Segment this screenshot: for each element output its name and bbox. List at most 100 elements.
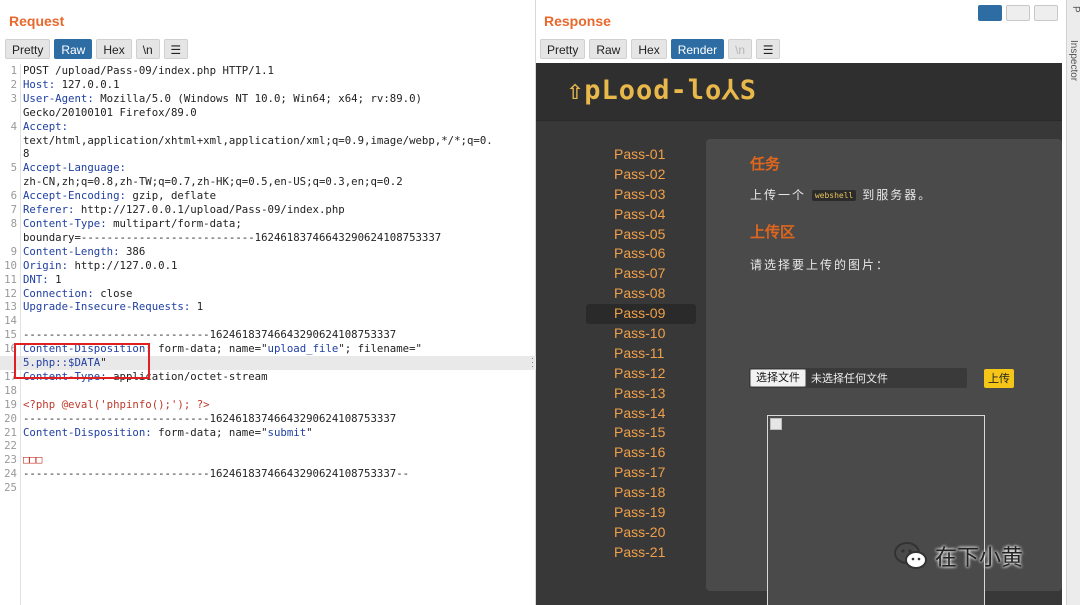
menu-item-pass-16[interactable]: Pass-16 — [586, 443, 696, 463]
line-number — [0, 134, 20, 148]
request-title: Request — [9, 13, 65, 29]
tab-newline[interactable]: \n — [728, 39, 753, 59]
broken-image-icon — [770, 418, 782, 430]
code-line: 20 -----------------------------162461837… — [0, 412, 536, 426]
menu-item-pass-12[interactable]: Pass-12 — [586, 364, 696, 384]
tab-pretty[interactable]: Pretty — [540, 39, 586, 59]
line-number: 4 — [10, 119, 17, 133]
line-text: 8 — [23, 147, 30, 161]
line-number: 20 — [4, 411, 17, 425]
tab-newline[interactable]: \n — [135, 39, 160, 59]
line-text: <?php @eval('phpinfo();'); ?> — [23, 397, 210, 411]
rendered-page: ⇧pLood-lo⅄S Pass-01 Pass-02 Pass-03 Pass-04… — [536, 63, 1062, 605]
menu-item-pass-15[interactable]: Pass-15 — [586, 423, 696, 443]
line-number: 2 — [10, 77, 17, 91]
line-number: 14 — [4, 314, 17, 328]
line-number: 24 — [4, 467, 17, 481]
content-panel: 任务 上传一个 webshell 到服务器。 上传区 请选择要上传的图片： 选择… — [706, 139, 1062, 605]
tab-pretty[interactable]: Pretty — [5, 39, 51, 59]
menu-item-pass-01[interactable]: Pass-01 — [586, 145, 696, 165]
line-number — [0, 231, 20, 245]
single-pane-icon[interactable] — [1034, 5, 1058, 21]
menu-item-pass-11[interactable]: Pass-11 — [586, 344, 696, 364]
request-editor[interactable]: 1 POST /upload/Pass-09/index.php HTTP/1.1… — [0, 64, 536, 605]
task-prefix: 上传一个 — [750, 188, 807, 202]
menu-item-pass-10[interactable]: Pass-10 — [586, 324, 696, 344]
tab-raw[interactable]: Raw — [589, 39, 628, 59]
line-text: DNT: 1 — [23, 272, 62, 286]
menu-icon[interactable]: ☰ — [163, 39, 188, 59]
splitter-handle[interactable]: · · · — [531, 354, 534, 371]
menu-icon[interactable]: ☰ — [756, 39, 781, 59]
line-number: 8 — [10, 216, 17, 230]
highlight-annotation-box — [14, 343, 150, 379]
line-text: Content-Type: multipart/form-data; — [23, 216, 242, 230]
line-text: text/html,application/xhtml+xml,applicat… — [23, 133, 493, 147]
menu-item-pass-06[interactable]: Pass-06 — [586, 244, 696, 264]
code-line: 15 -----------------------------162461837… — [0, 328, 536, 342]
request-tab-bar: Pretty Raw Hex \n ☰ — [5, 39, 188, 59]
menu-item-pass-09[interactable]: Pass-09 — [586, 304, 696, 325]
site-logo: ⇧pLood-lo⅄S — [567, 75, 758, 106]
code-line: 8 Content-Type: multipart/form-data; — [0, 217, 536, 231]
gutter-divider — [20, 64, 21, 605]
menu-item-pass-17[interactable]: Pass-17 — [586, 463, 696, 483]
request-pane: Request Pretty Raw Hex \n ☰ 1 POST /uploa… — [0, 0, 536, 605]
line-number: 23 — [4, 453, 17, 467]
line-number: 22 — [4, 439, 17, 453]
line-number — [0, 147, 20, 161]
file-input[interactable]: 选择文件 未选择任何文件 — [749, 368, 967, 388]
code-line: zh-CN,zh;q=0.8,zh-TW;q=0.7,zh-HK;q=0.5,e… — [0, 175, 536, 189]
code-line: boundary=---------------------------1624… — [0, 231, 536, 245]
line-number: 12 — [4, 286, 17, 300]
menu-item-pass-08[interactable]: Pass-08 — [586, 284, 696, 304]
choose-prompt: 请选择要上传的图片： — [750, 258, 891, 272]
menu-item-pass-02[interactable]: Pass-02 — [586, 165, 696, 185]
menu-item-pass-14[interactable]: Pass-14 — [586, 404, 696, 424]
inspector-p: P — [1070, 6, 1080, 13]
menu-item-pass-19[interactable]: Pass-19 — [586, 503, 696, 523]
line-text: Content-Length: 386 — [23, 244, 146, 258]
menu-item-pass-20[interactable]: Pass-20 — [586, 523, 696, 543]
line-text: Origin: http://127.0.0.1 — [23, 258, 178, 272]
code-line: 1 POST /upload/Pass-09/index.php HTTP/1.1 — [0, 64, 536, 78]
line-text: Accept: — [23, 119, 69, 133]
code-line: 11 DNT: 1 — [0, 273, 536, 287]
tab-hex[interactable]: Hex — [96, 39, 132, 59]
tab-raw[interactable]: Raw — [54, 39, 93, 59]
line-text: Referer: http://127.0.0.1/upload/Pass-09… — [23, 203, 345, 217]
tab-hex[interactable]: Hex — [631, 39, 667, 59]
line-text: POST /upload/Pass-09/index.php HTTP/1.1 — [23, 64, 274, 77]
menu-item-pass-05[interactable]: Pass-05 — [586, 225, 696, 245]
line-text: User-Agent: Mozilla/5.0 (Windows NT 10.0… — [23, 91, 422, 105]
menu-item-pass-13[interactable]: Pass-13 — [586, 384, 696, 404]
menu-item-pass-07[interactable]: Pass-07 — [586, 264, 696, 284]
response-title: Response — [544, 13, 611, 29]
inspector-sidebar[interactable] — [1066, 0, 1080, 605]
task-code: webshell — [811, 190, 857, 201]
request-lines: 1 POST /upload/Pass-09/index.php HTTP/1.1… — [0, 64, 536, 495]
task-suffix: 到服务器。 — [862, 188, 933, 202]
line-text: zh-CN,zh;q=0.8,zh-TW;q=0.7,zh-HK;q=0.5,e… — [23, 175, 403, 189]
menu-item-pass-03[interactable]: Pass-03 — [586, 185, 696, 205]
line-text: boundary=---------------------------1624… — [23, 230, 442, 244]
inspector-label[interactable]: Inspector — [1067, 40, 1079, 81]
code-line: 14 — [0, 314, 536, 328]
line-number — [0, 175, 20, 189]
split-horizontal-icon[interactable] — [978, 5, 1002, 21]
line-number: 13 — [4, 300, 17, 314]
upload-button[interactable]: 上传 — [984, 369, 1014, 388]
choose-file-button[interactable]: 选择文件 — [750, 369, 806, 387]
menu-item-pass-18[interactable]: Pass-18 — [586, 483, 696, 503]
line-text: Gecko/20100101 Firefox/89.0 — [23, 105, 197, 119]
wechat-icon — [894, 542, 927, 569]
split-vertical-icon[interactable] — [1006, 5, 1030, 21]
line-number: 3 — [10, 91, 17, 105]
line-number — [0, 106, 20, 120]
tab-render[interactable]: Render — [670, 39, 725, 59]
file-status: 未选择任何文件 — [811, 372, 888, 385]
code-line: 6 Accept-Encoding: gzip, deflate — [0, 189, 536, 203]
menu-item-pass-04[interactable]: Pass-04 — [586, 205, 696, 225]
watermark-text: 在下小黄 — [935, 546, 1024, 571]
menu-item-pass-21[interactable]: Pass-21 — [586, 543, 696, 563]
